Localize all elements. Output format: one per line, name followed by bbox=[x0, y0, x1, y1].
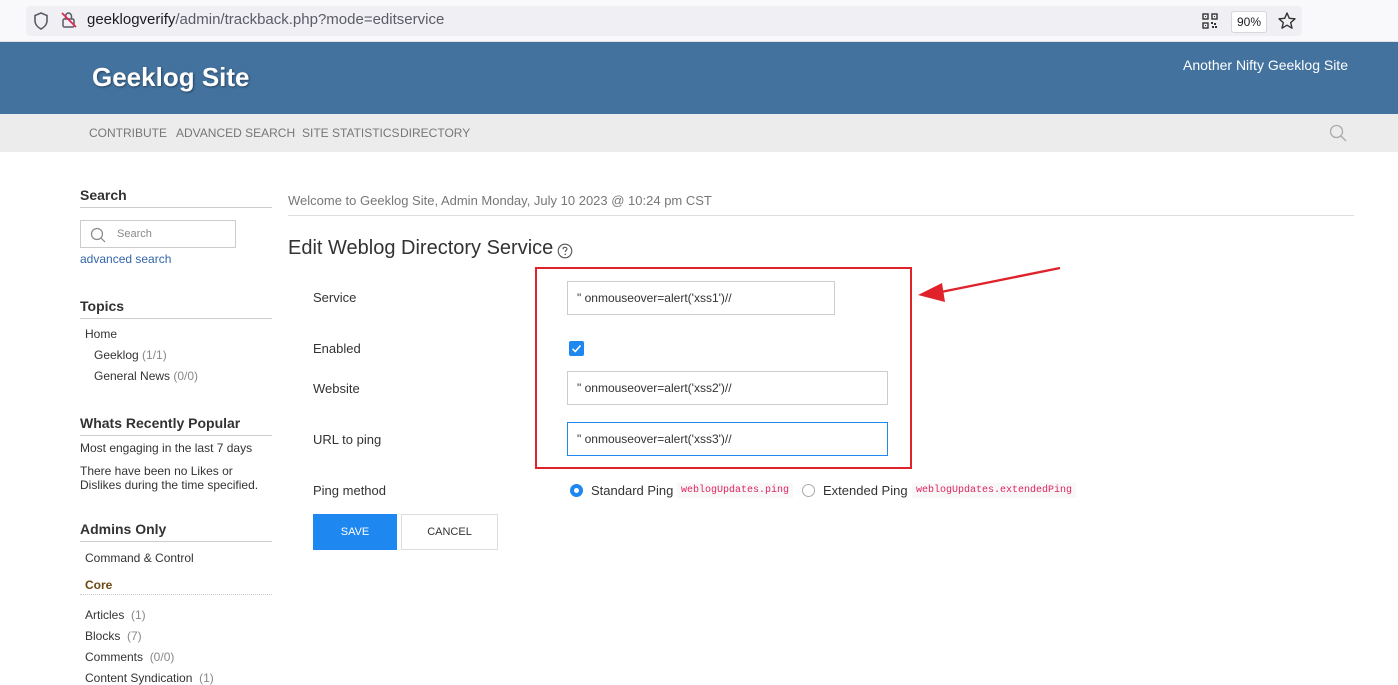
admin-item-label: Content Syndication bbox=[85, 671, 193, 685]
topic-item-home[interactable]: Home bbox=[85, 327, 117, 341]
topic-count: (1/1) bbox=[142, 348, 167, 362]
sidebar-search-input[interactable]: Search bbox=[80, 220, 236, 248]
standard-ping-label[interactable]: Standard Ping bbox=[591, 483, 673, 498]
topics-block-title: Topics bbox=[80, 298, 272, 319]
insecure-lock-icon[interactable] bbox=[60, 11, 78, 29]
topic-label: General News bbox=[94, 369, 171, 383]
admin-item-comments[interactable]: Comments (0/0) bbox=[85, 650, 174, 664]
admin-item-articles[interactable]: Articles (1) bbox=[85, 608, 146, 622]
page-title: Edit Weblog Directory Service bbox=[288, 237, 554, 259]
core-heading: Core bbox=[85, 578, 113, 592]
nav-item-directory[interactable]: DIRECTORY bbox=[400, 126, 470, 140]
popular-empty-text: There have been no Likes or Dislikes dur… bbox=[80, 464, 259, 492]
enabled-label: Enabled bbox=[313, 341, 361, 356]
welcome-divider bbox=[288, 215, 1354, 216]
site-header: Geeklog Site Another Nifty Geeklog Site bbox=[0, 42, 1398, 114]
extended-ping-code: weblogUpdates.extendedPing bbox=[912, 483, 1077, 498]
admin-item-blocks[interactable]: Blocks (7) bbox=[85, 629, 142, 643]
qr-code-icon[interactable] bbox=[1202, 13, 1218, 29]
admin-item-label: Articles bbox=[85, 608, 125, 622]
admin-item-count: (7) bbox=[127, 629, 142, 643]
advanced-search-link[interactable]: advanced search bbox=[80, 252, 171, 266]
ping-method-label: Ping method bbox=[313, 483, 386, 498]
topic-label: Home bbox=[85, 327, 118, 341]
zoom-level[interactable]: 90% bbox=[1231, 11, 1267, 33]
shield-icon[interactable] bbox=[33, 12, 49, 30]
url-to-ping-label: URL to ping bbox=[313, 432, 382, 447]
service-label: Service bbox=[313, 290, 357, 305]
site-title[interactable]: Geeklog Site bbox=[92, 62, 250, 93]
popular-subtitle: Most engaging in the last 7 days bbox=[80, 441, 253, 455]
admin-item-count: (1) bbox=[199, 671, 214, 685]
search-icon[interactable] bbox=[1329, 124, 1347, 142]
extended-ping-radio[interactable] bbox=[802, 484, 815, 497]
search-block-title: Search bbox=[80, 187, 272, 208]
highlight-box bbox=[535, 267, 912, 469]
nav-item-advanced-search[interactable]: ADVANCED SEARCH bbox=[176, 126, 295, 140]
cancel-button[interactable]: CANCEL bbox=[401, 514, 498, 550]
arrow-icon bbox=[918, 266, 1061, 302]
nav-item-site-statistics[interactable]: SITE STATISTICS bbox=[302, 126, 400, 140]
nav-item-contribute[interactable]: CONTRIBUTE bbox=[89, 126, 167, 140]
nav-bar: CONTRIBUTE ADVANCED SEARCH SITE STATISTI… bbox=[0, 114, 1398, 152]
topic-item-general-news[interactable]: General News (0/0) bbox=[94, 369, 198, 383]
save-button[interactable]: SAVE bbox=[313, 514, 397, 550]
admin-item-label: Blocks bbox=[85, 629, 121, 643]
topic-label: Geeklog bbox=[94, 348, 139, 362]
website-label: Website bbox=[313, 381, 360, 396]
search-icon bbox=[90, 227, 106, 243]
standard-ping-radio[interactable] bbox=[570, 484, 583, 497]
admin-item-count: (1) bbox=[131, 608, 146, 622]
command-control-link[interactable]: Command & Control bbox=[85, 551, 194, 565]
help-icon[interactable] bbox=[557, 243, 573, 259]
standard-ping-code: weblogUpdates.ping bbox=[677, 483, 794, 498]
url-text[interactable]: geeklogverify/admin/trackback.php?mode=e… bbox=[87, 11, 444, 28]
topic-count: (0/0) bbox=[173, 369, 199, 383]
extended-ping-label[interactable]: Extended Ping bbox=[823, 483, 908, 498]
core-divider bbox=[80, 594, 272, 595]
topic-item-geeklog[interactable]: Geeklog (1/1) bbox=[94, 348, 167, 362]
site-slogan: Another Nifty Geeklog Site bbox=[1183, 57, 1348, 73]
popular-block-title: Whats Recently Popular bbox=[80, 415, 272, 436]
admin-item-content-syndication[interactable]: Content Syndication (1) bbox=[85, 671, 214, 685]
admin-item-label: Comments bbox=[85, 650, 144, 664]
search-placeholder: Search bbox=[117, 228, 152, 240]
url-host: geeklogverify bbox=[87, 11, 176, 28]
admin-item-count: (0/0) bbox=[149, 650, 175, 664]
admins-block-title: Admins Only bbox=[80, 521, 272, 542]
url-path: /admin/trackback.php?mode=editservice bbox=[175, 11, 445, 28]
browser-toolbar: geeklogverify/admin/trackback.php?mode=e… bbox=[0, 0, 1398, 42]
bookmark-star-icon[interactable] bbox=[1277, 11, 1297, 31]
welcome-message: Welcome to Geeklog Site, Admin Monday, J… bbox=[288, 193, 712, 208]
